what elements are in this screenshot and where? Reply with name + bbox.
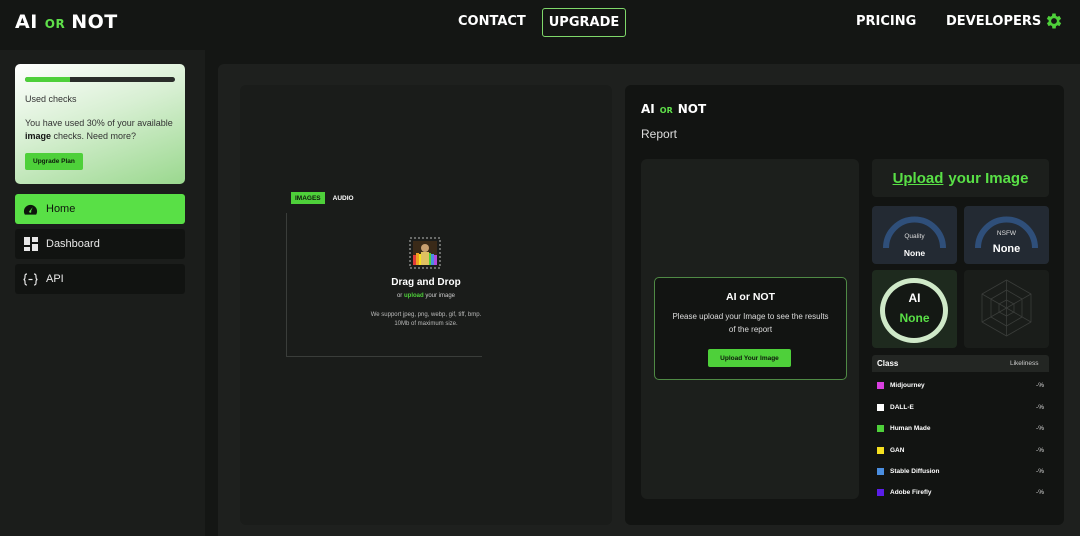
sidebar-item-label: API: [46, 273, 64, 285]
report-logo-or: OR: [659, 105, 673, 115]
ai-score-label: AI: [908, 291, 921, 305]
quality-gauge-arc: [883, 216, 946, 249]
class-name: GAN: [890, 446, 905, 454]
sidebar-item-label: Home: [46, 203, 76, 215]
class-row-stable-diffusion: Stable Diffusion -%: [877, 466, 1044, 476]
upload-heading-rest: your Image: [948, 169, 1029, 187]
class-row-human-made: Human Made -%: [877, 423, 1044, 433]
report-logo-not: NOT: [677, 102, 707, 116]
class-row-adobe-firefly: Adobe Firefly -%: [877, 487, 1044, 497]
class-name: Midjourney: [890, 381, 925, 389]
likeliness-column-header: Likeliness: [1010, 360, 1039, 367]
class-name: Human Made: [890, 424, 931, 432]
upload-hint: or upload your image: [286, 293, 566, 299]
sidebar-item-label: Dashboard: [46, 238, 100, 250]
class-color-swatch: [877, 381, 884, 389]
class-name: DALL-E: [890, 403, 914, 411]
gauge-icon: [23, 202, 38, 217]
class-likeliness: -%: [1036, 488, 1044, 496]
gear-icon[interactable]: [1044, 11, 1064, 31]
dashboard-icon: [23, 237, 38, 252]
report-label: Report: [641, 127, 678, 141]
logo-ai: AI: [15, 11, 38, 33]
usage-text-bold: image: [25, 131, 52, 141]
top-navbar: AI OR NOT CONTACT UPGRADE PRICING DEVELO…: [0, 0, 1080, 44]
nav-upgrade-button[interactable]: UPGRADE: [542, 8, 626, 37]
ai-score-value: None: [899, 311, 930, 325]
api-brackets-icon: [23, 272, 38, 287]
class-column-header: Class: [877, 359, 899, 368]
drag-and-drop-title: Drag and Drop: [391, 277, 461, 288]
nsfw-gauge-card: NSFW None: [964, 206, 1049, 264]
tab-images[interactable]: IMAGES: [291, 192, 325, 204]
class-color-swatch: [877, 488, 884, 496]
class-likeliness: -%: [1036, 424, 1044, 432]
report-logo-ai: AI: [641, 102, 655, 116]
class-row-midjourney: Midjourney -%: [877, 380, 1044, 390]
class-row-dall-e: DALL-E -%: [877, 402, 1044, 412]
usage-text-prefix: You have used 30% of your available: [25, 118, 173, 128]
upload-prompt-title: AI or NOT: [726, 291, 775, 303]
upload-hint-suffix: your image: [423, 293, 456, 299]
class-row-gan: GAN -%: [877, 445, 1044, 455]
logo-not: NOT: [71, 11, 118, 33]
upload-link[interactable]: upload: [404, 293, 424, 299]
usage-description: You have used 30% of your available imag…: [25, 117, 177, 143]
upload-heading-underlined: Upload: [892, 169, 944, 187]
class-name: Adobe Firefly: [890, 488, 932, 496]
class-likeliness: -%: [1036, 381, 1044, 389]
nav-pricing-link[interactable]: PRICING: [856, 14, 916, 29]
sidebar-item-api[interactable]: API: [15, 264, 185, 294]
class-likeliness: -%: [1036, 467, 1044, 475]
radar-chart-card: [964, 270, 1049, 348]
media-tabs: IMAGES AUDIO: [291, 192, 358, 204]
report-logo: AI OR NOT: [641, 102, 706, 116]
logo-or: OR: [44, 16, 66, 31]
nav-developers-link[interactable]: DEVELOPERS: [946, 14, 1041, 29]
class-color-swatch: [877, 467, 884, 475]
nsfw-value: None: [992, 243, 1021, 255]
class-color-swatch: [877, 446, 884, 454]
usage-progress-fill: [25, 77, 70, 82]
sidebar-item-home[interactable]: Home: [15, 194, 185, 224]
supported-formats-text: We support jpeg, png, webp, gif, tiff, b…: [370, 312, 482, 327]
class-likeliness: -%: [1036, 403, 1044, 411]
quality-label: Quality: [904, 233, 925, 240]
nsfw-label: NSFW: [996, 230, 1017, 237]
quality-value: None: [903, 248, 926, 258]
upload-your-image-button[interactable]: Upload Your Image: [708, 349, 791, 367]
usage-progress-bar: [25, 77, 175, 82]
quality-gauge-card: Quality None: [872, 206, 957, 264]
app-logo[interactable]: AI OR NOT: [15, 11, 118, 33]
class-likeliness: -%: [1036, 446, 1044, 454]
sidebar-item-dashboard[interactable]: Dashboard: [15, 229, 185, 259]
class-color-swatch: [877, 403, 884, 411]
sidebar: Used checks You have used 30% of your av…: [0, 50, 205, 536]
upload-hint-prefix: or: [396, 293, 404, 299]
upload-prompt-text: Please upload your Image to see the resu…: [672, 312, 829, 334]
class-color-swatch: [877, 424, 884, 432]
upload-image-icon: [409, 237, 441, 269]
tab-audio[interactable]: AUDIO: [329, 192, 358, 204]
usage-card: Used checks You have used 30% of your av…: [15, 64, 185, 184]
nav-contact-link[interactable]: CONTACT: [458, 14, 526, 29]
radar-chart: [981, 279, 1032, 337]
used-checks-label: Used checks: [25, 94, 77, 104]
usage-text-suffix: checks. Need more?: [51, 131, 137, 141]
upgrade-plan-button[interactable]: Upgrade Plan: [25, 153, 83, 170]
class-name: Stable Diffusion: [890, 467, 940, 475]
upload-your-image-heading[interactable]: Upload your Image: [872, 159, 1049, 197]
